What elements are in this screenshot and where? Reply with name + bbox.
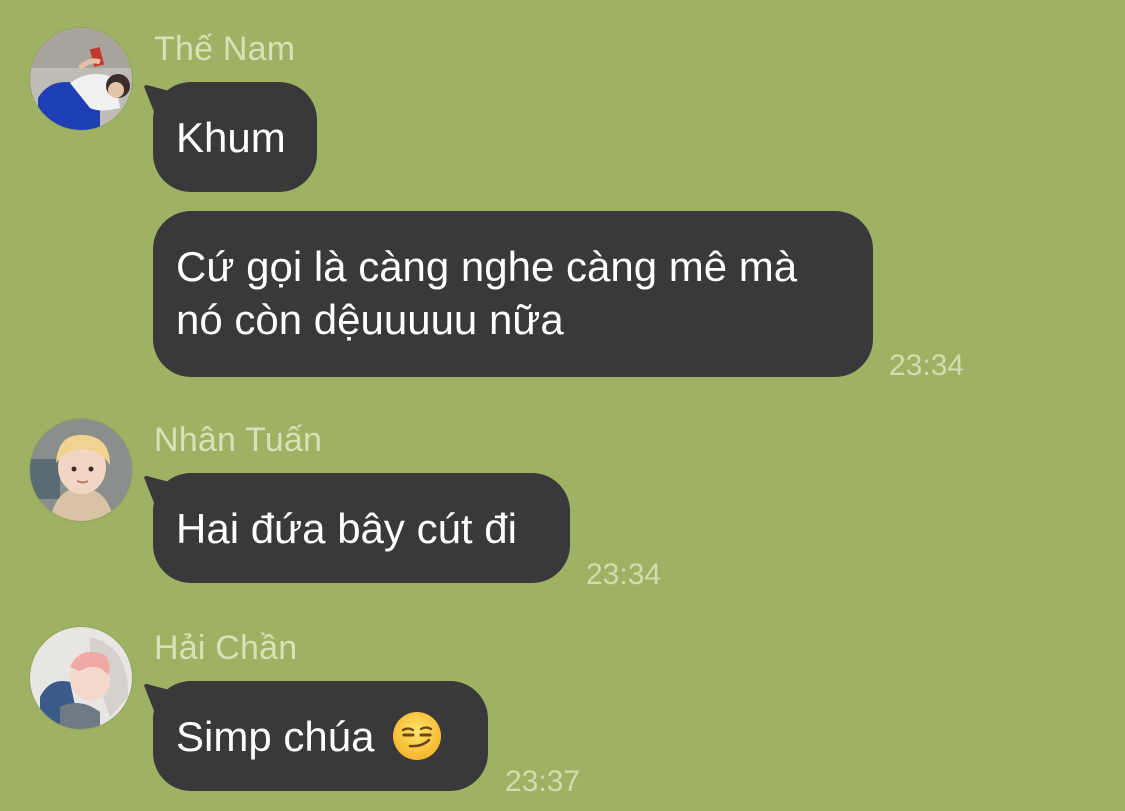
avatar[interactable] [29,418,133,522]
avatar[interactable] [29,626,133,730]
message-bubble[interactable]: Khum [153,82,317,192]
message-time: 23:34 [586,558,662,591]
sender-name: Thế Nam [154,30,296,68]
avatar-nhan-tuan-icon [30,419,132,521]
avatar-the-nam-icon [30,28,132,130]
message-bubble[interactable]: Hai đứa bây cút đi [153,473,570,583]
sender-name: Nhân Tuấn [154,421,323,459]
message-time: 23:37 [505,765,581,798]
message-time: 23:34 [889,349,965,382]
chat-thread: Thế Nam Khum Cứ gọi là càng nghe càng mê… [0,0,1125,811]
message-bubble[interactable]: Cứ gọi là càng nghe càng mê mà nó còn dệ… [153,211,873,377]
message-text: nó còn dệuuuuu nữa [176,296,564,343]
message-text: Cứ gọi là càng nghe càng mê mà [176,243,798,290]
message-text: Simp chúa [176,713,375,760]
sender-name: Hải Chần [154,629,298,667]
smirking-face-emoji-icon [392,711,442,761]
avatar-hai-chan-icon [30,627,132,729]
message-text: Khum [176,114,286,161]
avatar[interactable] [29,27,133,131]
message-text: Hai đứa bây cút đi [176,505,517,552]
message-bubble[interactable]: Simp chúa [153,681,488,791]
